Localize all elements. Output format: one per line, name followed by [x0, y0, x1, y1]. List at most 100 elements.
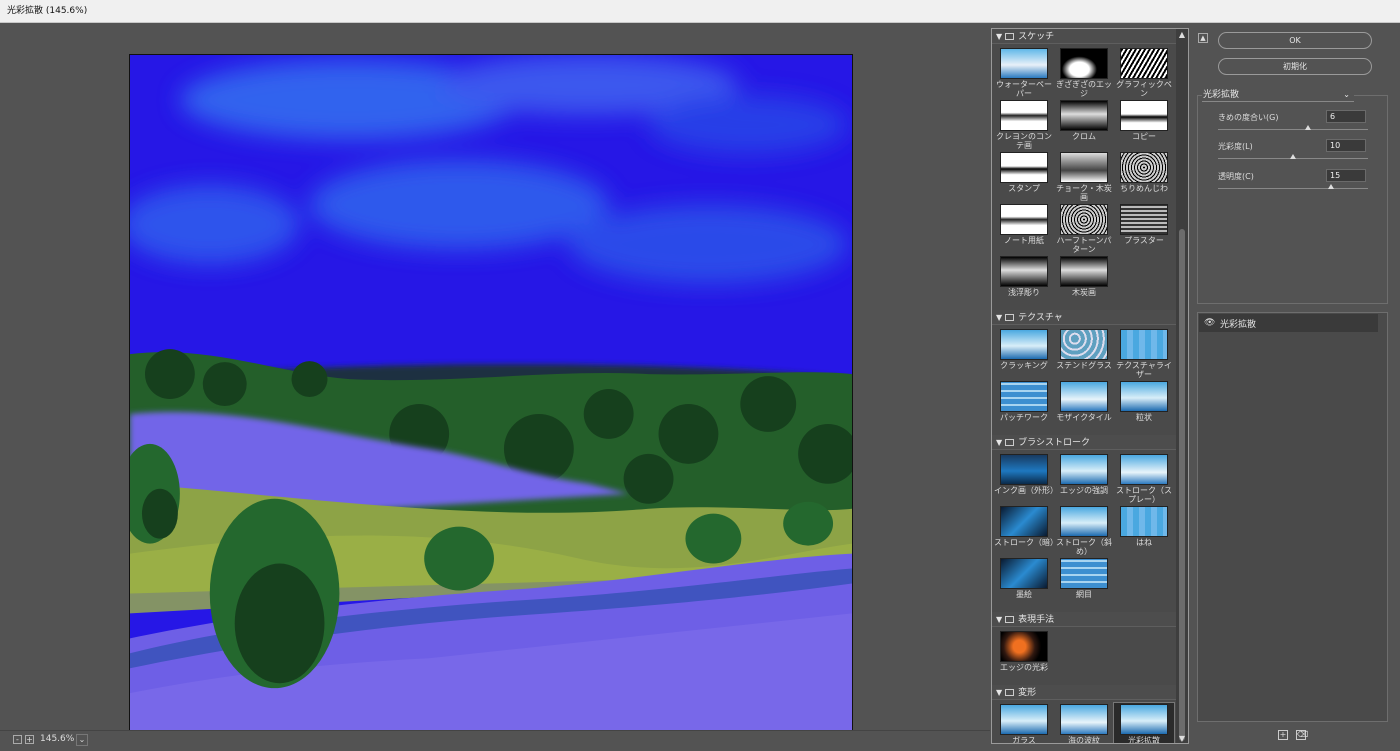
filter-thumbnails: ウォーターペーパー ぎざぎざのエッジ グラフィックペンクレヨンのコンテ画 クロム コピー…: [992, 44, 1176, 310]
parameter-slider-track[interactable]: [1218, 129, 1368, 130]
filter-select[interactable]: 光彩拡散 ⌄: [1202, 88, 1354, 102]
scroll-down-icon[interactable]: ▼: [1177, 734, 1187, 743]
filter-thumbnail[interactable]: 粒状: [1114, 380, 1174, 432]
filter-thumbnail[interactable]: グラフィックペン: [1114, 47, 1174, 99]
filter-label: ぎざぎざのエッジ: [1056, 80, 1112, 98]
chevron-down-icon[interactable]: ⌄: [76, 734, 88, 746]
filter-label: ストローク（斜め）: [1056, 538, 1112, 556]
expand-icon[interactable]: ▼: [996, 688, 1002, 697]
filter-thumbnail[interactable]: テクスチャライザー: [1114, 328, 1174, 380]
category-header[interactable]: ▼ ブラシストローク: [992, 435, 1176, 450]
filter-label: ノート用紙: [1004, 236, 1044, 245]
filter-thumbnail[interactable]: チョーク・木炭画: [1054, 151, 1114, 203]
expand-icon[interactable]: ▼: [996, 313, 1002, 322]
filter-parameter: 光彩度(L) 10: [1218, 139, 1368, 169]
filter-label: エッジの強調: [1060, 486, 1108, 495]
filter-thumbnails: エッジの光彩: [992, 627, 1176, 685]
preview-image[interactable]: [129, 54, 853, 751]
category-header[interactable]: ▼ テクスチャ: [992, 310, 1176, 325]
filter-thumbnail[interactable]: ウォーターペーパー: [994, 47, 1054, 99]
slider-knob[interactable]: [1305, 125, 1311, 130]
zoom-out-button[interactable]: -: [13, 735, 22, 744]
ok-button[interactable]: OK: [1218, 32, 1372, 49]
filter-thumbnail[interactable]: ストローク（斜め）: [1054, 505, 1114, 557]
filter-thumbnail[interactable]: スタンプ: [994, 151, 1054, 203]
expand-icon[interactable]: ▼: [996, 615, 1002, 624]
window-title: 光彩拡散 (145.6%): [0, 0, 1400, 23]
preview-pane[interactable]: [0, 23, 990, 751]
slider-knob[interactable]: [1290, 154, 1296, 159]
filter-label: モザイクタイル: [1056, 413, 1112, 422]
filter-preview-image: [1000, 454, 1048, 485]
filter-thumbnail[interactable]: 海の波紋: [1054, 703, 1114, 744]
filter-thumbnail[interactable]: ハーフトーンパターン: [1054, 203, 1114, 255]
filter-gallery[interactable]: ▼ スケッチ ウォーターペーパー ぎざぎざのエッジ グラフィックペン クレヨンのコンテ画ク…: [991, 28, 1189, 744]
filter-preview-image: [1120, 100, 1168, 131]
filter-thumbnail[interactable]: モザイクタイル: [1054, 380, 1114, 432]
filter-label: 光彩拡散: [1128, 736, 1160, 744]
filter-thumbnail[interactable]: ガラス: [994, 703, 1054, 743]
filter-label: 木炭画: [1072, 288, 1096, 297]
filter-preview-image: [1060, 506, 1108, 537]
filter-thumbnail[interactable]: プラスター: [1114, 203, 1174, 255]
filter-thumbnail[interactable]: 網目: [1054, 557, 1114, 609]
filter-thumbnail[interactable]: クレヨンのコンテ画: [994, 99, 1054, 151]
filter-thumbnail[interactable]: ぎざぎざのエッジ: [1054, 47, 1114, 99]
trash-icon[interactable]: ⌫: [1296, 730, 1308, 740]
filter-thumbnail[interactable]: クラッキング: [994, 328, 1054, 380]
filter-thumbnail[interactable]: クロム: [1054, 99, 1114, 151]
filter-label: コピー: [1132, 132, 1156, 141]
filter-thumbnail[interactable]: インク画（外形）: [994, 453, 1054, 505]
scroll-up-icon[interactable]: ▲: [1177, 30, 1187, 40]
filter-preview-image: [1000, 631, 1048, 662]
category-header[interactable]: ▼ 表現手法: [992, 612, 1176, 627]
filter-thumbnail[interactable]: パッチワーク: [994, 380, 1054, 432]
gallery-scrollbar[interactable]: ▲ ▼: [1176, 29, 1188, 743]
new-layer-icon[interactable]: +: [1278, 730, 1288, 740]
reset-button[interactable]: 初期化: [1218, 58, 1372, 75]
filter-label: クラッキング: [1000, 361, 1048, 370]
layer-footer: + ⌫: [1190, 728, 1400, 746]
filter-thumbnail[interactable]: エッジの強調: [1054, 453, 1114, 505]
filter-thumbnail[interactable]: コピー: [1114, 99, 1174, 151]
parameter-value-input[interactable]: 10: [1326, 139, 1366, 152]
filter-thumbnails: インク画（外形） エッジの強調 ストローク（スプレー） ストローク（暗） ストローク（斜…: [992, 450, 1176, 612]
parameter-value-input[interactable]: 6: [1326, 110, 1366, 123]
scroll-thumb[interactable]: [1179, 229, 1185, 741]
filter-thumbnail[interactable]: ストローク（スプレー）: [1114, 453, 1174, 505]
filter-thumbnail[interactable]: ストローク（暗）: [994, 505, 1054, 557]
filter-thumbnails: クラッキング ステンドグラス テクスチャライザーパッチワーク モザイクタイル 粒状: [992, 325, 1176, 435]
filter-thumbnail[interactable]: ステンドグラス: [1054, 328, 1114, 380]
expand-icon[interactable]: ▼: [996, 32, 1002, 41]
filter-thumbnail[interactable]: 木炭画: [1054, 255, 1114, 307]
zoom-in-button[interactable]: +: [25, 735, 34, 744]
filter-preview-image: [1060, 256, 1108, 287]
parameter-label: 光彩度(L): [1218, 142, 1253, 151]
folder-icon: [1005, 689, 1015, 696]
filter-parameter: きめの度合い(G) 6: [1218, 110, 1368, 140]
collapse-gallery-icon[interactable]: ▲: [1198, 33, 1208, 43]
filter-thumbnail[interactable]: 浅浮彫り: [994, 255, 1054, 307]
filter-thumbnail[interactable]: 光彩拡散: [1113, 702, 1175, 744]
filter-thumbnail[interactable]: ちりめんじわ: [1114, 151, 1174, 203]
settings-panel: ▲ OK 初期化 光彩拡散 ⌄ きめの度合い(G) 6 光彩度(L) 10 透明度(C)…: [1190, 23, 1400, 751]
effect-layers: 👁 光彩拡散: [1197, 312, 1388, 722]
category-header[interactable]: ▼ 変形: [992, 685, 1176, 700]
filter-thumbnail[interactable]: はね: [1114, 505, 1174, 557]
category-header[interactable]: ▼ スケッチ: [992, 29, 1176, 44]
filter-preview-image: [1000, 48, 1048, 79]
filter-label: 海の波紋: [1068, 736, 1100, 744]
filter-label: ストローク（暗）: [994, 538, 1054, 547]
filter-label: スタンプ: [1008, 184, 1040, 193]
effect-layer-row[interactable]: 👁 光彩拡散: [1199, 314, 1378, 332]
filter-thumbnail[interactable]: エッジの光彩: [994, 630, 1054, 682]
eye-icon[interactable]: 👁: [1204, 318, 1215, 328]
parameter-slider-track[interactable]: [1218, 188, 1368, 189]
slider-knob[interactable]: [1327, 184, 1334, 189]
filter-thumbnail[interactable]: 墨絵: [994, 557, 1054, 609]
filter-thumbnail[interactable]: ノート用紙: [994, 203, 1054, 255]
parameter-value-input[interactable]: 15: [1326, 169, 1366, 182]
expand-icon[interactable]: ▼: [996, 438, 1002, 447]
parameter-label: 透明度(C): [1218, 172, 1254, 181]
filter-preview-image: [1060, 454, 1108, 485]
